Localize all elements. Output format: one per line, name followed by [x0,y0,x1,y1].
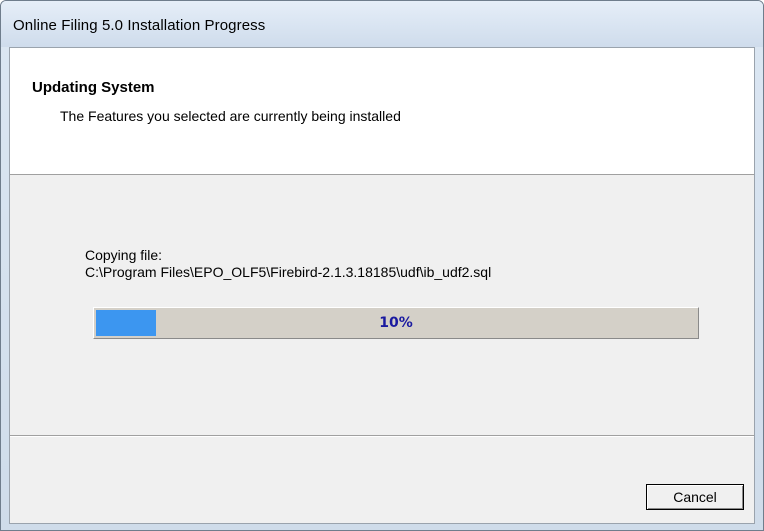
window-title: Online Filing 5.0 Installation Progress [13,17,266,34]
title-bar[interactable]: Online Filing 5.0 Installation Progress [1,1,763,47]
status-file-path: C:\Program Files\EPO_OLF5\Firebird-2.1.3… [85,264,492,280]
header-subtitle: The Features you selected are currently … [60,108,401,124]
footer-separator [10,435,754,437]
header-panel: Updating System The Features you selecte… [10,48,754,175]
cancel-button[interactable]: Cancel [646,484,744,510]
progress-bar: 10% [93,307,699,339]
dialog-body: Updating System The Features you selecte… [9,47,755,524]
installer-window: Online Filing 5.0 Installation Progress … [0,0,764,531]
status-label: Copying file: [85,247,163,263]
progress-percent: 10% [379,315,413,331]
header-title: Updating System [32,79,155,96]
